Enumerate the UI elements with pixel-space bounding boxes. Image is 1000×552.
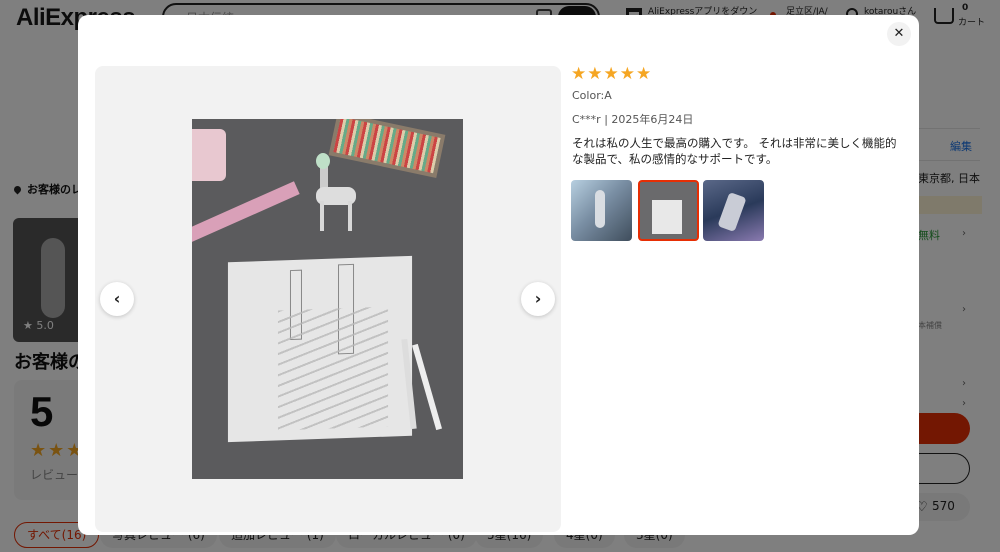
review-stars: ★★★★★ <box>571 64 653 84</box>
pencil <box>411 343 443 431</box>
thumbnail-1[interactable] <box>571 180 632 241</box>
drawing-paper <box>227 255 413 443</box>
thumbnail-2[interactable] <box>638 180 699 241</box>
product-color: Color:A <box>572 89 612 102</box>
prev-photo-button[interactable]: ‹ <box>100 282 134 316</box>
ruler <box>192 181 300 243</box>
review-text: それは私の人生で最高の購入です。 それは非常に美しく機能的な製品で、私の感情的な… <box>572 136 897 166</box>
close-icon[interactable]: ✕ <box>887 22 911 46</box>
review-photo <box>192 119 463 479</box>
pencil-case <box>192 129 226 181</box>
horse-figure <box>302 153 362 231</box>
reviewer-date: C***r | 2025年6月24日 <box>572 113 694 126</box>
thumbnail-3[interactable] <box>703 180 764 241</box>
next-photo-button[interactable]: › <box>521 282 555 316</box>
